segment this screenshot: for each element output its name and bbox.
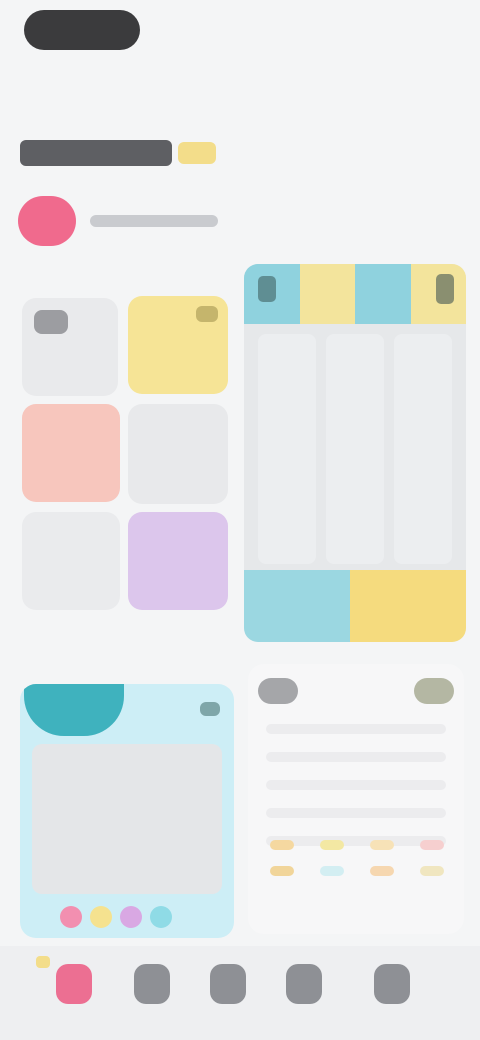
swatch[interactable] (320, 866, 344, 876)
planner-footer (244, 570, 466, 642)
menu-pill-icon[interactable] (24, 10, 140, 50)
blue-card[interactable] (20, 684, 234, 938)
card-header-blob (24, 684, 124, 736)
pink-dot[interactable] (60, 906, 82, 928)
planner-header (244, 264, 466, 324)
swatch[interactable] (270, 866, 294, 876)
forward-icon[interactable] (414, 678, 454, 704)
swatch[interactable] (420, 866, 444, 876)
planner-footer-block[interactable] (244, 570, 350, 642)
color-dots (60, 906, 172, 928)
planner-column[interactable] (394, 334, 452, 564)
page-title (20, 140, 216, 166)
card-row (266, 724, 446, 734)
title-placeholder (20, 140, 172, 166)
planner-column[interactable] (258, 334, 316, 564)
home-icon[interactable] (56, 964, 92, 1004)
color-swatches (270, 840, 446, 876)
profile-row[interactable] (18, 196, 218, 246)
tile-3[interactable] (22, 404, 120, 502)
planner-card[interactable] (244, 264, 466, 642)
teal-dot[interactable] (150, 906, 172, 928)
card-row (266, 752, 446, 762)
profile-icon[interactable] (374, 964, 410, 1004)
tile-icon (34, 310, 68, 334)
more-icon[interactable] (200, 702, 220, 716)
yellow-dot[interactable] (90, 906, 112, 928)
tile-icon (196, 306, 218, 322)
swatch[interactable] (270, 840, 294, 850)
calendar-icon[interactable] (258, 276, 276, 302)
bottom-tab-bar (0, 946, 480, 1040)
profile-subtitle (90, 215, 218, 227)
grid-icon[interactable] (134, 964, 170, 1004)
tile-4[interactable] (128, 404, 228, 504)
tab-indicator (36, 956, 50, 968)
planner-header-cell (299, 264, 355, 324)
swatch[interactable] (420, 840, 444, 850)
chat-icon[interactable] (286, 964, 322, 1004)
planner-header-cell (355, 264, 411, 324)
settings-icon[interactable] (436, 274, 454, 304)
swatch[interactable] (320, 840, 344, 850)
white-card[interactable] (248, 664, 464, 934)
swatch[interactable] (370, 866, 394, 876)
app-screen (0, 0, 480, 1040)
planner-footer-block[interactable] (349, 570, 466, 642)
lilac-dot[interactable] (120, 906, 142, 928)
swatch[interactable] (370, 840, 394, 850)
card-body (32, 744, 222, 894)
calendar-icon[interactable] (210, 964, 246, 1004)
tile-1[interactable] (22, 298, 118, 396)
avatar-icon[interactable] (18, 196, 76, 246)
planner-columns (258, 334, 452, 564)
back-icon[interactable] (258, 678, 298, 704)
planner-column[interactable] (326, 334, 384, 564)
tile-5[interactable] (22, 512, 120, 610)
title-badge (178, 142, 216, 164)
tile-2[interactable] (128, 296, 228, 394)
tile-6[interactable] (128, 512, 228, 610)
card-row (266, 808, 446, 818)
card-row (266, 780, 446, 790)
